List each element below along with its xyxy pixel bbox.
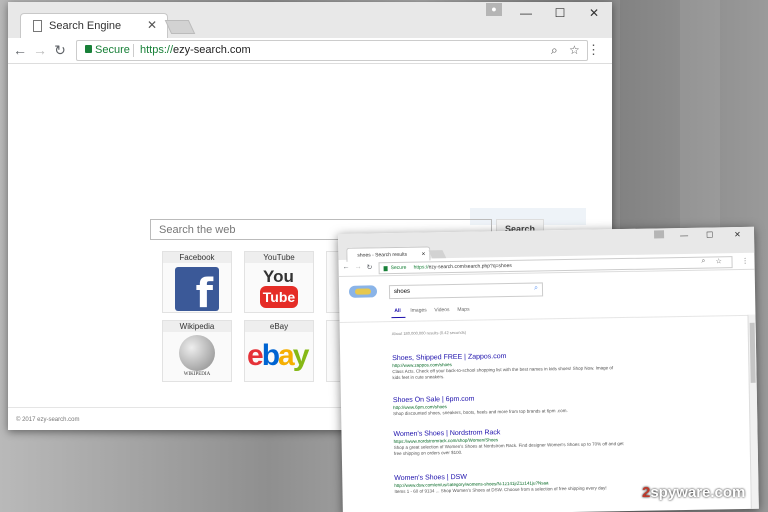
forward-arrow-icon[interactable]: → xyxy=(32,42,48,58)
tile-label: YouTube xyxy=(245,252,313,263)
close-tab-icon[interactable]: ✕ xyxy=(421,251,425,257)
browser-toolbar: ← → ↻ Secure https://ezy-search.com ⌕ ☆ … xyxy=(8,38,612,64)
url-scheme: https:// xyxy=(140,44,174,56)
search-result: Women's Shoes | DSW http://www.dsw.com/e… xyxy=(394,471,624,495)
address-bar[interactable]: Secure https://ezy-search.com ⌕ ☆ xyxy=(76,40,588,61)
zoom-search-icon[interactable]: ⌕ xyxy=(701,258,705,266)
youtube-logo-icon: You Tube xyxy=(257,266,301,312)
tab-maps[interactable]: Maps xyxy=(457,307,469,313)
minimize-icon[interactable]: — xyxy=(518,6,534,20)
maximize-icon[interactable]: ☐ xyxy=(552,6,568,20)
lock-icon xyxy=(85,45,92,53)
address-separator xyxy=(133,44,134,57)
browser-menu-icon[interactable]: ⋮ xyxy=(741,257,748,265)
site-logo xyxy=(348,285,378,298)
tile-wikipedia[interactable]: Wikipedia WIKIPEDIA xyxy=(162,320,232,382)
zoom-search-icon[interactable]: ⌕ xyxy=(551,43,558,58)
url-text: https://ezy-search.com/search.php?q=shoe… xyxy=(414,263,512,271)
results-browser-window: shoes - Search results ✕ — ☐ ✕ ← → ↻ Sec… xyxy=(338,226,759,512)
browser-menu-icon[interactable]: ⋮ xyxy=(587,42,600,58)
document-icon xyxy=(33,20,42,32)
secure-label: Secure xyxy=(95,44,130,56)
watermark-tagline: remove all threats xyxy=(700,484,732,489)
url-scheme: https:// xyxy=(413,264,429,271)
tile-label: eBay xyxy=(245,321,313,332)
reload-icon[interactable]: ↻ xyxy=(367,263,373,271)
minimize-icon[interactable]: — xyxy=(680,231,688,240)
bookmark-star-icon[interactable]: ☆ xyxy=(569,43,580,57)
youtube-logo-bottom: Tube xyxy=(260,286,298,308)
close-window-icon[interactable]: ✕ xyxy=(586,6,602,20)
wikipedia-caption: WIKIPEDIA xyxy=(183,372,211,377)
tile-ebay[interactable]: eBay ebay xyxy=(244,320,314,382)
wikipedia-globe-icon xyxy=(179,335,215,371)
reload-icon[interactable]: ↻ xyxy=(52,42,68,59)
forward-arrow-icon[interactable]: → xyxy=(355,264,362,271)
new-tab-button[interactable] xyxy=(164,20,196,34)
tab-title: Search Engine xyxy=(49,20,122,32)
tile-label: Facebook xyxy=(163,252,231,263)
results-search-input[interactable]: shoes ⌕ xyxy=(388,282,544,300)
tile-partial[interactable] xyxy=(326,320,340,382)
tile-youtube[interactable]: YouTube You Tube xyxy=(244,251,314,313)
bookmark-star-icon[interactable]: ☆ xyxy=(715,257,721,265)
url-host: ezy-search.com xyxy=(173,44,251,56)
results-page: shoes ⌕ All Images Videos Maps About 180… xyxy=(339,271,759,512)
vertical-scrollbar[interactable] xyxy=(747,314,759,509)
facebook-logo-icon: f xyxy=(175,267,219,317)
url-text: https://ezy-search.com xyxy=(140,44,251,56)
tab-all[interactable]: All xyxy=(394,308,400,314)
footer-copyright: © 2017 ezy-search.com xyxy=(16,417,80,423)
close-tab-icon[interactable]: ✕ xyxy=(147,18,157,32)
lock-icon xyxy=(383,266,388,272)
tile-facebook[interactable]: Facebook f xyxy=(162,251,232,317)
tab-title: shoes - Search results xyxy=(357,251,408,259)
user-profile-icon[interactable]: ● xyxy=(486,3,502,16)
result-snippet: Class Acts. Check off your back-to-schoo… xyxy=(392,365,614,381)
browser-tab[interactable]: Search Engine ✕ xyxy=(20,13,168,39)
query-text: shoes xyxy=(393,288,411,296)
url-host: ezy-search.com xyxy=(428,263,464,271)
close-window-icon[interactable]: ✕ xyxy=(734,230,741,239)
user-profile-icon[interactable] xyxy=(653,230,665,239)
magnifier-icon[interactable]: ⌕ xyxy=(534,285,538,293)
tab-images[interactable]: Images xyxy=(410,307,427,313)
tile-label: Wikipedia xyxy=(163,321,231,332)
result-stats: About 180,000,000 results (0.42 seconds) xyxy=(391,329,467,337)
youtube-logo-top: You xyxy=(263,267,294,286)
url-path: /search.php?q=shoes xyxy=(463,262,512,270)
search-result: Shoes, Shipped FREE | Zappos.com http://… xyxy=(392,351,622,381)
search-placeholder: Search the web xyxy=(159,224,236,236)
search-result: Women's Shoes | Nordstrom Rack https://w… xyxy=(393,427,623,457)
maximize-icon[interactable]: ☐ xyxy=(706,230,713,239)
title-bar: Search Engine ✕ ● — ☐ ✕ xyxy=(8,2,612,39)
scrollbar-thumb[interactable] xyxy=(749,322,756,383)
active-tab-underline xyxy=(391,316,406,319)
back-arrow-icon[interactable]: ← xyxy=(12,42,28,58)
ebay-logo-icon: ebay xyxy=(247,339,309,372)
search-result: Shoes On Sale | 6pm.com http://www.6pm.c… xyxy=(393,393,623,417)
new-tab-button[interactable] xyxy=(428,250,447,259)
secure-label: Secure xyxy=(390,264,407,272)
back-arrow-icon[interactable]: ← xyxy=(343,264,350,271)
tab-videos[interactable]: Videos xyxy=(434,307,449,313)
